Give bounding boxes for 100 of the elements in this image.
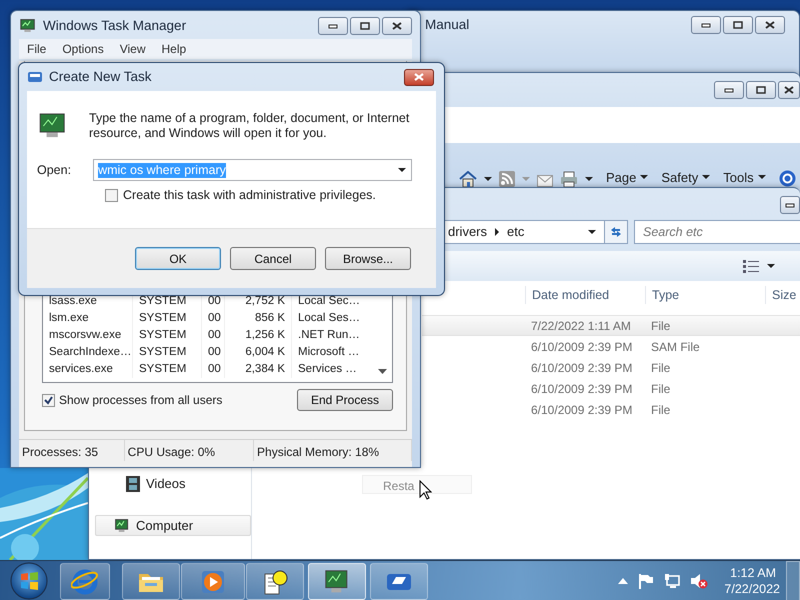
computer-icon bbox=[114, 518, 130, 534]
browser-icon bbox=[71, 568, 99, 596]
type-cell-text: File bbox=[650, 380, 672, 398]
checkbox[interactable]: Show processes from all users bbox=[42, 391, 222, 409]
printer-icon[interactable] bbox=[560, 171, 578, 187]
description-cell-text: Services … bbox=[297, 362, 358, 377]
mail-icon[interactable] bbox=[537, 175, 553, 187]
maximize-icon bbox=[756, 86, 766, 94]
refresh-icon bbox=[609, 225, 623, 239]
date-cell-text: 6/10/2009 2:39 PM bbox=[530, 360, 634, 376]
network-icon[interactable] bbox=[664, 573, 680, 589]
type-cell-text: SAM File bbox=[650, 338, 701, 356]
date-cell-text: 6/10/2009 2:39 PM bbox=[530, 338, 634, 356]
status-text: Processes: 35 bbox=[19, 440, 125, 461]
caret-icon[interactable] bbox=[702, 175, 710, 180]
dropdown-icon[interactable] bbox=[588, 230, 596, 234]
cancel-button[interactable]: Cancel bbox=[230, 247, 316, 270]
close-button[interactable] bbox=[755, 16, 785, 34]
menu-item[interactable]: Options bbox=[54, 40, 112, 58]
minimize-button[interactable] bbox=[780, 196, 800, 214]
type-cell-text: File bbox=[650, 402, 672, 418]
clock[interactable]: 1:12 AM 7/22/2022 bbox=[722, 565, 780, 597]
description-cell-text: Local Ses… bbox=[297, 311, 362, 326]
toolbar-menu[interactable]: Page bbox=[606, 168, 636, 187]
flag-icon[interactable] bbox=[638, 573, 654, 589]
end-process-button[interactable]: End Process bbox=[297, 389, 393, 411]
file-row[interactable]: 6/10/2009 2:39 PM File bbox=[422, 357, 800, 378]
minimize-icon bbox=[724, 87, 734, 93]
user-cell: SYSTEM bbox=[133, 310, 202, 328]
film-icon bbox=[126, 476, 140, 492]
checkbox[interactable]: Create this task with administrative privileges. bbox=[105, 186, 426, 205]
name-cell: SearchIndexe… bbox=[43, 344, 133, 362]
column-header[interactable]: Type bbox=[645, 286, 765, 304]
close-button[interactable] bbox=[404, 68, 434, 86]
dropdown-icon[interactable] bbox=[398, 168, 406, 172]
ok-button[interactable]: OK bbox=[135, 247, 221, 270]
column-header[interactable]: Size bbox=[765, 286, 799, 304]
minimize-button[interactable] bbox=[691, 16, 721, 34]
file-row[interactable]: 6/10/2009 2:39 PM File bbox=[422, 399, 800, 420]
search-field[interactable]: Search etc bbox=[635, 222, 800, 242]
date-cell-text: 6/10/2009 2:39 PM bbox=[530, 402, 634, 418]
nav-item[interactable]: Computer bbox=[95, 515, 251, 536]
close-button[interactable] bbox=[778, 81, 800, 99]
user-cell: SYSTEM bbox=[133, 344, 202, 362]
feed-icon[interactable] bbox=[499, 171, 515, 187]
maximize-button[interactable] bbox=[350, 17, 380, 35]
taskbar-button[interactable] bbox=[122, 563, 180, 600]
field-label: Open: bbox=[37, 162, 72, 179]
menu-item[interactable]: File bbox=[19, 40, 54, 58]
check-icon bbox=[44, 396, 53, 404]
close-icon bbox=[784, 86, 794, 94]
home-icon[interactable] bbox=[459, 171, 477, 187]
file-row[interactable]: 6/10/2009 2:39 PM SAM File bbox=[422, 336, 800, 357]
nav-item[interactable]: Videos bbox=[95, 473, 251, 494]
help-icon[interactable] bbox=[778, 170, 796, 187]
close-icon bbox=[765, 21, 775, 29]
minimize-button[interactable] bbox=[714, 81, 744, 99]
scroll-down-icon[interactable] bbox=[378, 369, 387, 374]
cpu-cell: 00 bbox=[202, 327, 225, 344]
taskbar-button[interactable] bbox=[246, 563, 304, 600]
description-cell-text: .NET Run… bbox=[297, 328, 361, 343]
toolbar-menu[interactable]: Safety bbox=[661, 168, 698, 187]
refresh-button[interactable] bbox=[604, 220, 628, 244]
minimize-icon bbox=[701, 22, 711, 28]
caret-icon[interactable] bbox=[484, 177, 492, 181]
caret-icon[interactable] bbox=[758, 175, 766, 180]
menu-item[interactable]: View bbox=[112, 40, 154, 58]
memory-cell: 856 K bbox=[225, 310, 292, 328]
memory-cell: 1,256 K bbox=[225, 327, 292, 344]
taskbar-button[interactable] bbox=[308, 563, 366, 600]
cpu-cell: 00 bbox=[202, 344, 225, 362]
file-row[interactable]: 6/10/2009 2:39 PM File bbox=[422, 378, 800, 399]
close-button[interactable] bbox=[382, 17, 412, 35]
maximize-button[interactable] bbox=[746, 81, 776, 99]
chevron-icon bbox=[495, 228, 500, 236]
minimize-icon bbox=[328, 23, 338, 29]
name-cell: mscorsvw.exe bbox=[43, 327, 133, 344]
status-text: CPU Usage: 0% bbox=[124, 440, 254, 461]
name-cell: services.exe bbox=[43, 361, 133, 378]
minimize-button[interactable] bbox=[318, 17, 348, 35]
breadcrumb-item[interactable]: etc bbox=[507, 222, 524, 242]
maximize-icon bbox=[733, 21, 743, 29]
view-icon[interactable] bbox=[743, 259, 759, 273]
date-cell-text: 6/10/2009 2:39 PM bbox=[530, 380, 634, 398]
show-hidden-icon[interactable] bbox=[618, 578, 628, 584]
caret-icon[interactable] bbox=[767, 264, 775, 268]
column-header[interactable]: Date modified bbox=[525, 286, 645, 304]
browse-button[interactable]: Browse... bbox=[325, 247, 411, 270]
window-title: Windows Task Manager bbox=[43, 16, 186, 35]
start-button[interactable] bbox=[9, 561, 49, 600]
file-row[interactable]: 7/22/2022 1:11 AM File bbox=[422, 315, 800, 336]
toolbar-menu[interactable]: Tools bbox=[723, 168, 754, 187]
caret-icon[interactable] bbox=[640, 175, 648, 180]
breadcrumb-item[interactable]: drivers bbox=[448, 222, 488, 242]
menu-item[interactable]: Help bbox=[154, 40, 194, 58]
caret-icon[interactable] bbox=[585, 177, 593, 181]
taskbar-button[interactable] bbox=[370, 563, 428, 600]
maximize-button[interactable] bbox=[723, 16, 753, 34]
memory-cell: 2,384 K bbox=[225, 361, 292, 378]
volume-muted-icon[interactable] bbox=[690, 573, 708, 589]
